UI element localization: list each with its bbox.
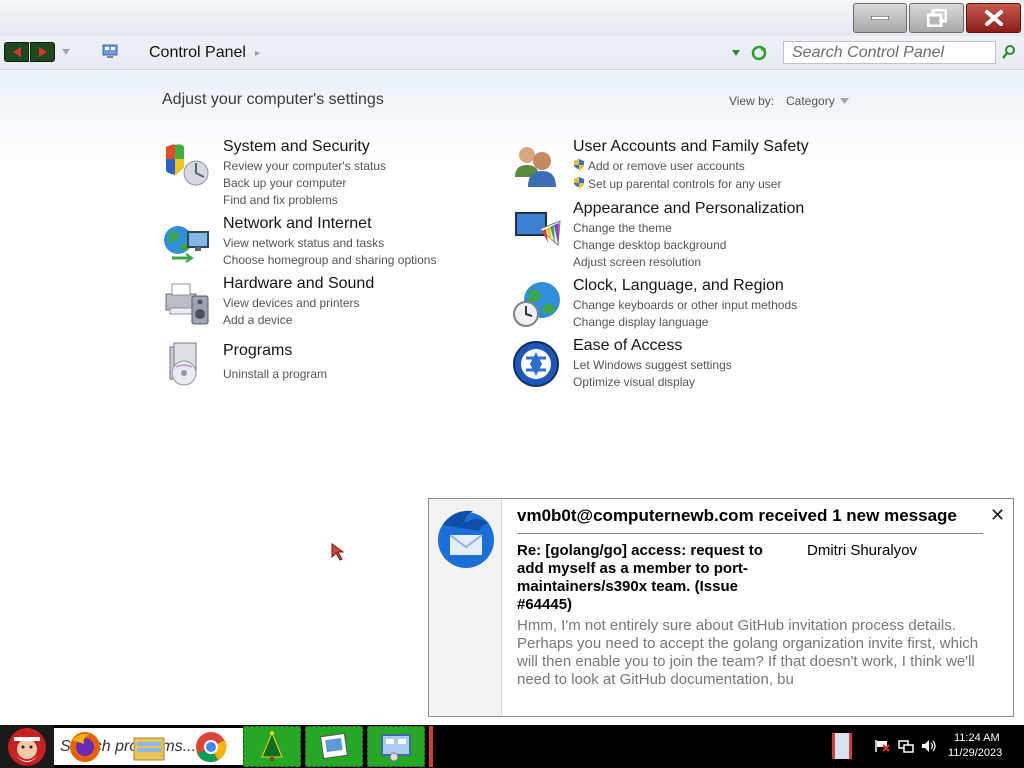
taskbar-app-photo-viewer[interactable]: [305, 726, 363, 767]
tray-show-desktop-icon[interactable]: [832, 733, 852, 759]
page-title: Adjust your computer's settings: [162, 91, 384, 108]
action-center-flag-icon[interactable]: [874, 739, 890, 753]
category-link[interactable]: Add or remove user accounts: [573, 159, 745, 173]
category-title[interactable]: Appearance and Personalization: [573, 200, 804, 218]
uac-shield-icon: [574, 159, 584, 171]
thunderbird-logo-icon: [438, 510, 494, 568]
category-title[interactable]: System and Security: [223, 138, 370, 156]
message-subject[interactable]: Re: [golang/go] access: request to add m…: [517, 542, 791, 614]
category-title[interactable]: User Accounts and Family Safety: [573, 138, 809, 156]
new-mail-notification[interactable]: vm0b0t@computernewb.com received 1 new m…: [428, 498, 1014, 717]
restore-button[interactable]: [909, 3, 964, 33]
category-title[interactable]: Hardware and Sound: [223, 275, 374, 293]
volume-icon[interactable]: [921, 739, 937, 753]
notification-heading: vm0b0t@computernewb.com received 1 new m…: [517, 506, 957, 525]
restore-icon: [926, 9, 947, 27]
firefox-icon[interactable]: [66, 730, 104, 764]
taskbar: Search programs... 11:24 AM 11/29/2023: [0, 725, 1024, 768]
category-link[interactable]: Optimize visual display: [573, 375, 695, 389]
divider: [517, 533, 983, 534]
category-link[interactable]: Back up your computer: [223, 176, 346, 190]
mouse-cursor-icon: [331, 543, 345, 561]
control-panel-icon: [102, 44, 118, 58]
uac-shield-icon: [574, 177, 584, 189]
taskbar-app-control-panel[interactable]: [367, 726, 425, 767]
photo-viewer-icon: [320, 732, 348, 760]
category-link[interactable]: View devices and printers: [223, 296, 360, 310]
christmas-tree-icon: [261, 731, 283, 761]
address-bar-row: Control Panel ▸ Search Control Panel: [0, 36, 1024, 70]
category-link[interactable]: View network status and tasks: [223, 236, 384, 250]
view-by-dropdown[interactable]: Category: [786, 94, 835, 108]
category-link[interactable]: Uninstall a program: [223, 367, 327, 381]
category-title[interactable]: Clock, Language, and Region: [573, 277, 784, 295]
window-title-bar: [0, 0, 1024, 36]
programs-disc-icon: [169, 342, 197, 386]
control-panel-app-icon: [381, 734, 411, 762]
category-link-label: Add or remove user accounts: [588, 159, 745, 173]
category-link[interactable]: Change the theme: [573, 221, 672, 235]
category-title[interactable]: Network and Internet: [223, 215, 372, 233]
close-icon: [984, 10, 1003, 26]
back-button[interactable]: [4, 42, 29, 62]
clock-globe-icon: [513, 282, 560, 327]
category-link[interactable]: Choose homegroup and sharing options: [223, 253, 436, 267]
notification-close-button[interactable]: ✕: [990, 505, 1005, 526]
search-input[interactable]: Search Control Panel: [792, 44, 944, 62]
search-icon[interactable]: [1002, 45, 1016, 59]
clock-date[interactable]: 11/29/2023: [948, 747, 1002, 759]
category-link[interactable]: Set up parental controls for any user: [573, 177, 781, 191]
category-link[interactable]: Add a device: [223, 313, 292, 327]
forward-button[interactable]: [30, 42, 55, 62]
category-title[interactable]: Ease of Access: [573, 337, 682, 355]
message-preview: Hmm, I'm not entirely sure about GitHub …: [517, 617, 979, 688]
category-link[interactable]: Let Windows suggest settings: [573, 358, 732, 372]
category-link[interactable]: Change display language: [573, 315, 708, 329]
santa-start-icon: [8, 728, 46, 766]
clock-time[interactable]: 11:24 AM: [954, 732, 1000, 744]
message-sender: Dmitri Shuralyov: [807, 542, 918, 559]
users-icon: [515, 147, 556, 187]
printer-speaker-icon: [165, 283, 209, 325]
ease-of-access-icon: [513, 341, 559, 387]
view-by-label: View by:: [729, 94, 775, 108]
category-link[interactable]: Review your computer's status: [223, 159, 386, 173]
search-box[interactable]: Search Control Panel: [783, 41, 996, 64]
chrome-icon[interactable]: [194, 730, 228, 764]
close-button[interactable]: [966, 3, 1021, 33]
refresh-icon[interactable]: [751, 45, 767, 61]
shield-icon: [166, 144, 209, 186]
back-arrow-icon: [13, 47, 21, 57]
chevron-down-icon[interactable]: [840, 98, 849, 104]
category-link[interactable]: Change desktop background: [573, 238, 726, 252]
forward-arrow-icon: [39, 47, 47, 57]
taskbar-app-christmas-tree[interactable]: [243, 726, 301, 767]
start-button[interactable]: [0, 725, 54, 768]
category-title[interactable]: Programs: [223, 342, 292, 360]
category-link-label: Set up parental controls for any user: [588, 177, 782, 191]
file-explorer-icon[interactable]: [132, 732, 166, 764]
category-link[interactable]: Find and fix problems: [223, 193, 338, 207]
recent-pages-dropdown-icon[interactable]: [60, 46, 72, 58]
category-link[interactable]: Change keyboards or other input methods: [573, 298, 797, 312]
minimize-icon: [871, 16, 889, 20]
breadcrumb[interactable]: Control Panel: [149, 44, 246, 62]
taskbar-separator: [429, 726, 433, 767]
notification-icon-column: [429, 499, 502, 716]
network-globe-icon: [164, 226, 209, 263]
breadcrumb-arrow-icon[interactable]: ▸: [255, 48, 260, 59]
network-icon[interactable]: [898, 739, 914, 753]
address-dropdown-icon[interactable]: [731, 49, 741, 57]
category-link[interactable]: Adjust screen resolution: [573, 255, 701, 269]
minimize-button[interactable]: [853, 3, 907, 33]
monitor-palette-icon: [515, 212, 561, 247]
